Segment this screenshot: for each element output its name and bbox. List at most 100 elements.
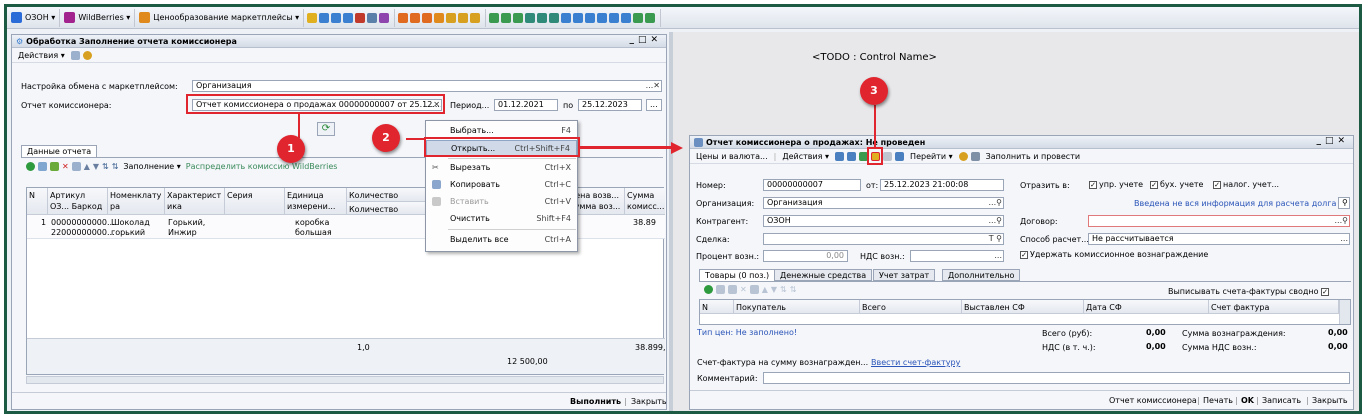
contract-field[interactable]: ...⚲ [1088,215,1350,227]
report-icon[interactable] [458,12,469,23]
col-invoice-date[interactable]: Дата СФ [1084,300,1209,314]
number-field[interactable]: 00000000007 [763,179,861,191]
col-return-qty[interactable]: Количество возвр... [347,202,427,215]
tab-additional[interactable]: Дополнительно [942,269,1021,281]
move-down-icon[interactable]: ▼ [93,162,99,171]
edit-icon[interactable] [728,285,737,294]
help-icon[interactable] [82,50,92,60]
post-close-icon[interactable] [835,151,845,161]
unpost-icon[interactable] [883,151,893,161]
copy-icon[interactable] [38,162,47,171]
goto-button[interactable]: Перейти ▾ [907,152,956,161]
fill-and-post-button[interactable]: Заполнить и провести [983,152,1083,161]
tab-cost-accounting[interactable]: Учет затрат [873,269,936,281]
col-commission[interactable]: Сумма комисс... [625,188,665,215]
col-invoice-issued[interactable]: Выставлен СФ [962,300,1084,314]
delete-icon[interactable]: ✕ [62,162,69,171]
list-icon[interactable] [970,151,980,161]
end-edit-icon[interactable] [749,285,759,294]
delete-icon[interactable]: ✕ [740,285,747,294]
report-icon[interactable] [470,12,481,23]
actions-button[interactable]: Действия ▾ [779,152,832,161]
retain-commission-checkbox[interactable]: ✓ Удержать комиссионное вознаграждение [1020,250,1208,259]
date-from-field[interactable]: 01.12.2021 [494,99,558,111]
select-clear-icons[interactable]: ...✕ [646,81,660,91]
refresh-icon[interactable] [70,50,80,60]
chart-icon[interactable] [379,12,390,23]
wildberries-menu[interactable]: WildBerries ▾ [60,8,136,27]
folder-icon[interactable] [307,12,318,23]
exchange-icon[interactable] [549,12,560,23]
col-nomenclature[interactable]: Номенклату ра [108,188,165,215]
menu-item-select-all[interactable]: Выделить все Ctrl+A [426,232,577,248]
checkbox-accounting[interactable]: ✓ бух. учете [1150,180,1203,189]
sort-asc-icon[interactable]: ⇅ [102,162,109,171]
document-icon[interactable] [319,12,330,23]
col-total[interactable]: Всего [860,300,962,314]
col-quantity[interactable]: Количество [347,188,427,202]
save-button[interactable]: Записать [1262,396,1301,405]
enter-invoice-link[interactable]: Ввести счет-фактуру [871,358,960,367]
horizontal-scrollbar[interactable] [26,376,664,384]
exchange-icon[interactable] [645,12,656,23]
col-article[interactable]: Артикул ОЗ... Баркод [48,188,108,215]
report-icon[interactable] [446,12,457,23]
calc-method-field[interactable]: Не рассчитывается... [1088,233,1350,245]
menu-item-clear[interactable]: Очистить Shift+F4 [426,211,577,227]
invoice-summary-checkbox[interactable]: Выписывать счета-фактуры сводно ✓ [1168,287,1331,296]
col-unit[interactable]: Единица измерени... [285,188,347,215]
ok-button[interactable]: OK [1241,396,1254,405]
exchange-icon[interactable] [537,12,548,23]
move-up-icon[interactable]: ▲ [762,285,768,294]
fill-button[interactable]: Заполнение ▾ [123,162,180,171]
document-icon[interactable] [331,12,342,23]
document-icon[interactable] [343,12,354,23]
transfer-icon[interactable] [355,12,366,23]
menu-item-paste[interactable]: Вставить Ctrl+V [426,194,577,210]
table-icon[interactable] [367,12,378,23]
tab-cash[interactable]: Денежные средства [774,269,873,281]
comment-field[interactable] [763,372,1350,384]
exchange-icon[interactable] [513,12,524,23]
exchange-icon[interactable] [489,12,500,23]
close-button[interactable]: Закрыть [631,397,667,406]
exchange-icon[interactable] [609,12,620,23]
col-buyer[interactable]: Покупатель [734,300,860,314]
exchange-icon[interactable] [561,12,572,23]
move-down-icon[interactable]: ▼ [771,285,777,294]
sort-desc-icon[interactable]: ⇅ [790,285,797,294]
prices-currency-button[interactable]: Цены и валюта... [693,152,771,161]
end-edit-icon[interactable] [71,162,81,171]
window-controls[interactable]: _□✕ [629,35,662,45]
goods-grid[interactable]: N Покупатель Всего Выставлен СФ Дата СФ … [699,299,1351,325]
exchange-icon[interactable] [501,12,512,23]
exchange-icon[interactable] [597,12,608,23]
sort-asc-icon[interactable]: ⇅ [780,285,787,294]
exchange-icon[interactable] [525,12,536,23]
add-icon[interactable] [704,285,713,294]
organization-field[interactable]: Организация ...⚲ [763,197,1004,209]
structure-icon[interactable] [895,151,905,161]
pricing-menu[interactable]: Ценообразование маркетплейсы ▾ [135,8,305,27]
tab-report-data[interactable]: Данные отчета [21,145,98,157]
period-select-button[interactable]: ... [646,99,662,111]
tab-goods[interactable]: Товары (0 поз.) [699,269,776,281]
report-icon[interactable] [422,12,433,23]
close-button[interactable]: Закрыть [1312,396,1348,405]
search-icon[interactable]: ⚲ [1338,197,1350,209]
report-icon[interactable] [410,12,421,23]
add-icon[interactable] [26,162,35,171]
col-characteristic[interactable]: Характерист ика [165,188,225,215]
exchange-icon[interactable] [621,12,632,23]
vat-reward-field[interactable]: ... [910,250,1004,262]
col-n[interactable]: N [700,300,734,314]
save-icon[interactable] [847,151,857,161]
menu-item-cut[interactable]: ✂ Вырезать Ctrl+X [426,160,577,176]
date-to-field[interactable]: 25.12.2023 [578,99,642,111]
actions-button[interactable]: Действия ▾ [15,51,68,60]
report-icon[interactable] [398,12,409,23]
incomplete-info-link[interactable]: Введена не вся информация для расчета до… [1134,199,1336,208]
move-up-icon[interactable]: ▲ [84,162,90,171]
copy-icon[interactable] [716,285,725,294]
exchange-icon[interactable] [633,12,644,23]
